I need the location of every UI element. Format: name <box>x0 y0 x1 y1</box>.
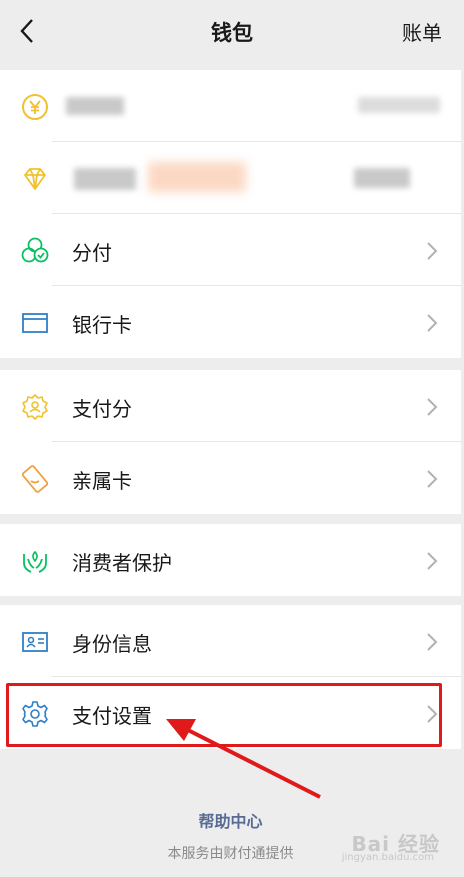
bank-card-row[interactable]: 银行卡 <box>0 286 461 358</box>
masked-badge <box>148 162 246 192</box>
family-card-row[interactable]: 亲属卡 <box>0 442 461 514</box>
pay-score-label: 支付分 <box>72 397 132 421</box>
pay-score-icon <box>20 392 50 422</box>
protection-hands-icon <box>20 546 50 576</box>
wallet-group-1: 分付 银行卡 <box>0 70 461 358</box>
wallet-group-3: 消费者保护 <box>0 524 461 596</box>
family-card-icon <box>20 464 50 494</box>
consumer-protection-label: 消费者保护 <box>72 551 172 575</box>
fenfu-row[interactable]: 分付 <box>0 214 461 286</box>
fenfu-icon <box>20 236 50 266</box>
watermark-url: jingyan.baidu.com <box>341 852 434 863</box>
wallet-group-2: 支付分 亲属卡 <box>0 370 461 514</box>
chevron-right-icon <box>427 242 438 260</box>
chevron-right-icon <box>427 633 438 651</box>
pay-score-row[interactable]: 支付分 <box>0 370 461 442</box>
back-button[interactable] <box>12 14 42 48</box>
chevron-right-icon <box>427 705 438 723</box>
masked-value <box>354 168 410 188</box>
chevron-right-icon <box>427 552 438 570</box>
pay-settings-label: 支付设置 <box>72 704 152 728</box>
identity-info-row[interactable]: 身份信息 <box>0 605 461 677</box>
consumer-protection-row[interactable]: 消费者保护 <box>0 524 461 596</box>
bank-card-label: 银行卡 <box>72 313 132 337</box>
gear-icon <box>20 699 50 729</box>
chevron-right-icon <box>427 470 438 488</box>
wallet-group-4: 身份信息 支付设置 <box>0 605 461 749</box>
pay-settings-row[interactable]: 支付设置 <box>0 677 461 749</box>
back-arrow-icon <box>20 19 33 43</box>
page-title: 钱包 <box>211 21 253 45</box>
diamond-icon <box>20 164 50 194</box>
identity-info-label: 身份信息 <box>72 632 152 656</box>
fenfu-label: 分付 <box>72 241 112 265</box>
masked-text <box>74 168 136 190</box>
id-card-icon <box>20 627 50 657</box>
masked-text <box>66 97 124 115</box>
header: 钱包 账单 <box>0 0 464 70</box>
chevron-right-icon <box>427 314 438 332</box>
balance-row[interactable] <box>0 70 461 142</box>
gold-row[interactable] <box>0 142 461 214</box>
masked-value <box>358 97 440 113</box>
bank-card-icon <box>20 308 50 338</box>
family-card-label: 亲属卡 <box>72 469 132 493</box>
coin-icon <box>20 92 50 122</box>
chevron-right-icon <box>427 398 438 416</box>
bill-link[interactable]: 账单 <box>402 17 442 46</box>
